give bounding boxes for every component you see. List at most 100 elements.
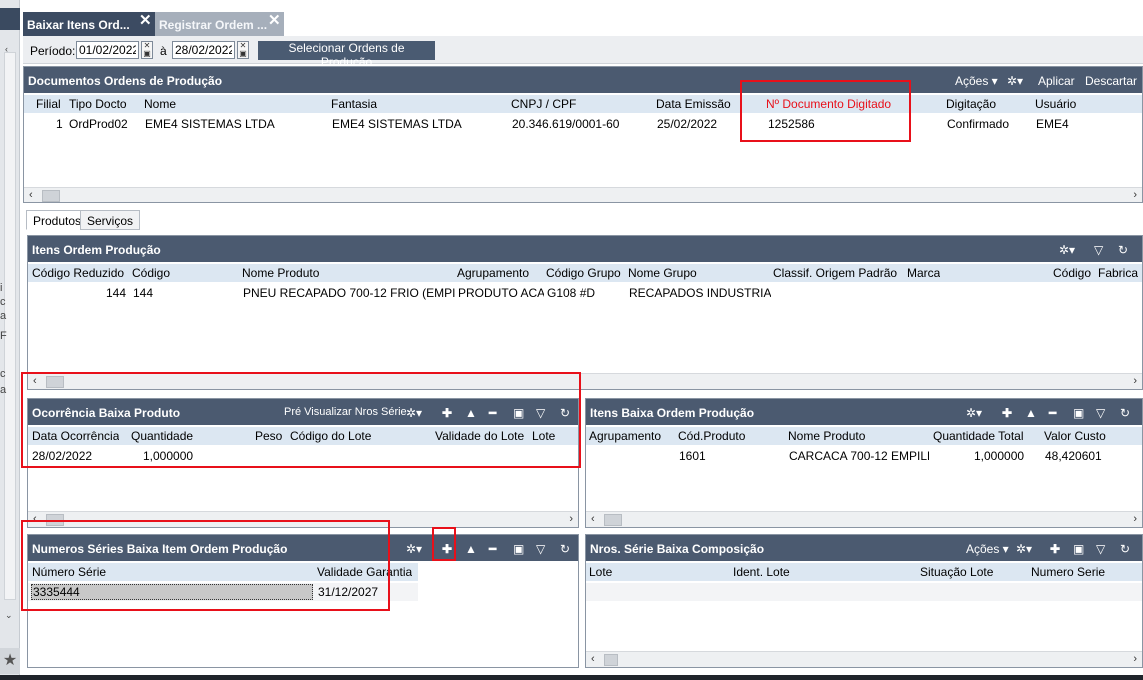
horizontal-scrollbar[interactable]: ‹ › xyxy=(24,187,1142,202)
close-icon[interactable]: ✕ xyxy=(268,11,281,29)
cell-agrupamento: PRODUTO ACA xyxy=(458,286,544,300)
scroll-right-icon[interactable]: › xyxy=(569,513,573,525)
col-quantidade-total[interactable]: Quantidade Total xyxy=(933,429,1024,443)
acoes-menu[interactable]: Ações ▾ xyxy=(955,74,998,88)
date-to-input[interactable] xyxy=(172,41,235,59)
acoes-menu[interactable]: Ações ▾ xyxy=(966,542,1009,556)
scroll-thumb[interactable] xyxy=(604,654,618,666)
select-orders-button[interactable]: Selecionar Ordens de Produção xyxy=(258,41,435,69)
col-classif-origem[interactable]: Classif. Origem Padrão xyxy=(773,266,897,280)
col-marca[interactable]: Marca xyxy=(907,266,940,280)
horizontal-scrollbar[interactable]: ‹ › xyxy=(586,511,1142,527)
add-icon[interactable]: ✚ xyxy=(1002,406,1012,420)
scroll-left-icon[interactable]: ‹ xyxy=(29,189,33,201)
add-icon[interactable]: ✚ xyxy=(1050,542,1060,556)
date-from-input[interactable] xyxy=(76,41,139,59)
panel-actions: ✲▾ ▽ ↻ xyxy=(1052,236,1142,262)
col-codigo[interactable]: Código xyxy=(132,266,170,280)
column-header: Lote Ident. Lote Situação Lote Numero Se… xyxy=(586,563,1142,581)
funnel-icon[interactable]: ▽ xyxy=(536,542,545,556)
favorite-star-icon[interactable]: ★ xyxy=(0,648,20,674)
col-cnpj[interactable]: CNPJ / CPF xyxy=(511,97,576,111)
period-toolbar: Período: ✕▣ à ✕▣ Selecionar Ordens de Pr… xyxy=(23,36,1143,69)
close-icon[interactable]: ✕ xyxy=(139,11,152,29)
funnel-icon[interactable]: ▽ xyxy=(1096,542,1105,556)
save-icon[interactable]: ▣ xyxy=(1073,406,1084,420)
cell-nome-produto: PNEU RECAPADO 700-12 FRIO (EMPI xyxy=(243,286,455,300)
funnel-icon[interactable]: ▽ xyxy=(1096,406,1105,420)
col-agrupamento[interactable]: Agrupamento xyxy=(457,266,529,280)
table-row[interactable] xyxy=(586,583,1142,601)
table-row[interactable]: 1 OrdProd02 EME4 SISTEMAS LTDA EME4 SIST… xyxy=(24,115,1142,133)
col-situacao-lote[interactable]: Situação Lote xyxy=(920,565,993,579)
remove-icon[interactable]: ━ xyxy=(489,542,496,556)
col-nome-produto[interactable]: Nome Produto xyxy=(788,429,865,443)
highlight-ocorrencia xyxy=(21,372,581,468)
col-codigo-2[interactable]: Código xyxy=(1053,266,1091,280)
tab-baixar-itens[interactable]: Baixar Itens Ord... ✕ xyxy=(23,12,155,36)
cell-cnpj: 20.346.619/0001-60 xyxy=(512,117,620,131)
col-nome-grupo[interactable]: Nome Grupo xyxy=(628,266,697,280)
col-filial[interactable]: Filial xyxy=(36,97,61,111)
table-row[interactable]: 144 144 PNEU RECAPADO 700-12 FRIO (EMPI … xyxy=(28,284,1142,302)
highlight-numeros-serie xyxy=(21,520,390,611)
scroll-left-icon[interactable]: ‹ xyxy=(591,653,595,665)
scroll-right-icon[interactable]: › xyxy=(1133,375,1137,387)
col-agrupamento[interactable]: Agrupamento xyxy=(589,429,661,443)
filter-icon[interactable]: ✲▾ xyxy=(966,406,982,420)
tab-servicos[interactable]: Serviços xyxy=(80,210,141,230)
save-icon[interactable]: ▣ xyxy=(513,542,524,556)
apply-button[interactable]: Aplicar xyxy=(1038,74,1075,88)
filter-icon[interactable]: ✲▾ xyxy=(406,542,422,556)
col-lote[interactable]: Lote xyxy=(589,565,612,579)
side-panel-scrollbar[interactable] xyxy=(4,52,16,600)
panel-actions: Ações ▾ ✲▾ ✚ ▣ ▽ ↻ xyxy=(964,535,1142,561)
save-icon[interactable]: ▣ xyxy=(1073,542,1084,556)
refresh-icon[interactable]: ↻ xyxy=(1118,243,1128,257)
scroll-left-icon[interactable]: ‹ xyxy=(591,513,595,525)
calendar-clear-icon[interactable]: ✕ ▣ xyxy=(141,41,153,59)
filter-icon[interactable]: ✲▾ xyxy=(1007,74,1023,88)
col-usuario[interactable]: Usuário xyxy=(1035,97,1076,111)
remove-icon[interactable]: ━ xyxy=(1049,406,1056,420)
taskbar-edge xyxy=(0,675,1143,680)
scroll-right-icon[interactable]: › xyxy=(1133,513,1137,525)
scroll-right-icon[interactable]: › xyxy=(1133,189,1137,201)
filter-icon[interactable]: ✲▾ xyxy=(1059,243,1075,257)
tab-produtos[interactable]: Produtos xyxy=(26,210,89,230)
move-up-icon[interactable]: ▲ xyxy=(465,542,477,556)
col-nome-produto[interactable]: Nome Produto xyxy=(242,266,319,280)
scroll-right-icon[interactable]: › xyxy=(1133,653,1137,665)
side-panel-cut-text: c xyxy=(0,368,6,380)
col-valor-custo[interactable]: Valor Custo xyxy=(1044,429,1106,443)
col-fabrica[interactable]: Fabrica xyxy=(1098,266,1138,280)
funnel-icon[interactable]: ▽ xyxy=(1094,243,1103,257)
horizontal-scrollbar[interactable]: ‹ › xyxy=(586,651,1142,667)
panel-actions: ✲▾ ✚ ▲ ━ ▣ ▽ ↻ xyxy=(964,399,1142,425)
refresh-icon[interactable]: ↻ xyxy=(560,542,570,556)
refresh-icon[interactable]: ↻ xyxy=(1120,406,1130,420)
tab-registrar-ordem[interactable]: Registrar Ordem ... ✕ xyxy=(155,12,284,36)
col-codigo-reduzido[interactable]: Código Reduzido xyxy=(32,266,124,280)
col-digitacao[interactable]: Digitação xyxy=(946,97,996,111)
cell-cod-produto: 1601 xyxy=(679,449,706,463)
refresh-icon[interactable]: ↻ xyxy=(1120,542,1130,556)
col-numero-serie[interactable]: Numero Serie xyxy=(1031,565,1105,579)
scroll-down-icon[interactable]: ⌄ xyxy=(5,610,13,621)
move-up-icon[interactable]: ▲ xyxy=(1025,406,1037,420)
filter-icon[interactable]: ✲▾ xyxy=(1016,542,1032,556)
cell-data-emissao: 25/02/2022 xyxy=(657,117,718,131)
table-row[interactable]: 1601 CARCACA 700-12 EMPILH 1,000000 48,4… xyxy=(586,447,1142,465)
side-panel-header xyxy=(0,8,20,30)
col-cod-produto[interactable]: Cód.Produto xyxy=(678,429,745,443)
col-tipo-docto[interactable]: Tipo Docto xyxy=(69,97,127,111)
col-ident-lote[interactable]: Ident. Lote xyxy=(733,565,790,579)
discard-button[interactable]: Descartar xyxy=(1085,74,1137,88)
col-nome[interactable]: Nome xyxy=(144,97,176,111)
scroll-thumb[interactable] xyxy=(604,514,622,526)
scroll-thumb[interactable] xyxy=(42,190,60,202)
col-data-emissao[interactable]: Data Emissão xyxy=(656,97,731,111)
col-codigo-grupo[interactable]: Código Grupo xyxy=(546,266,621,280)
calendar-clear-icon[interactable]: ✕ ▣ xyxy=(237,41,249,59)
col-fantasia[interactable]: Fantasia xyxy=(331,97,377,111)
